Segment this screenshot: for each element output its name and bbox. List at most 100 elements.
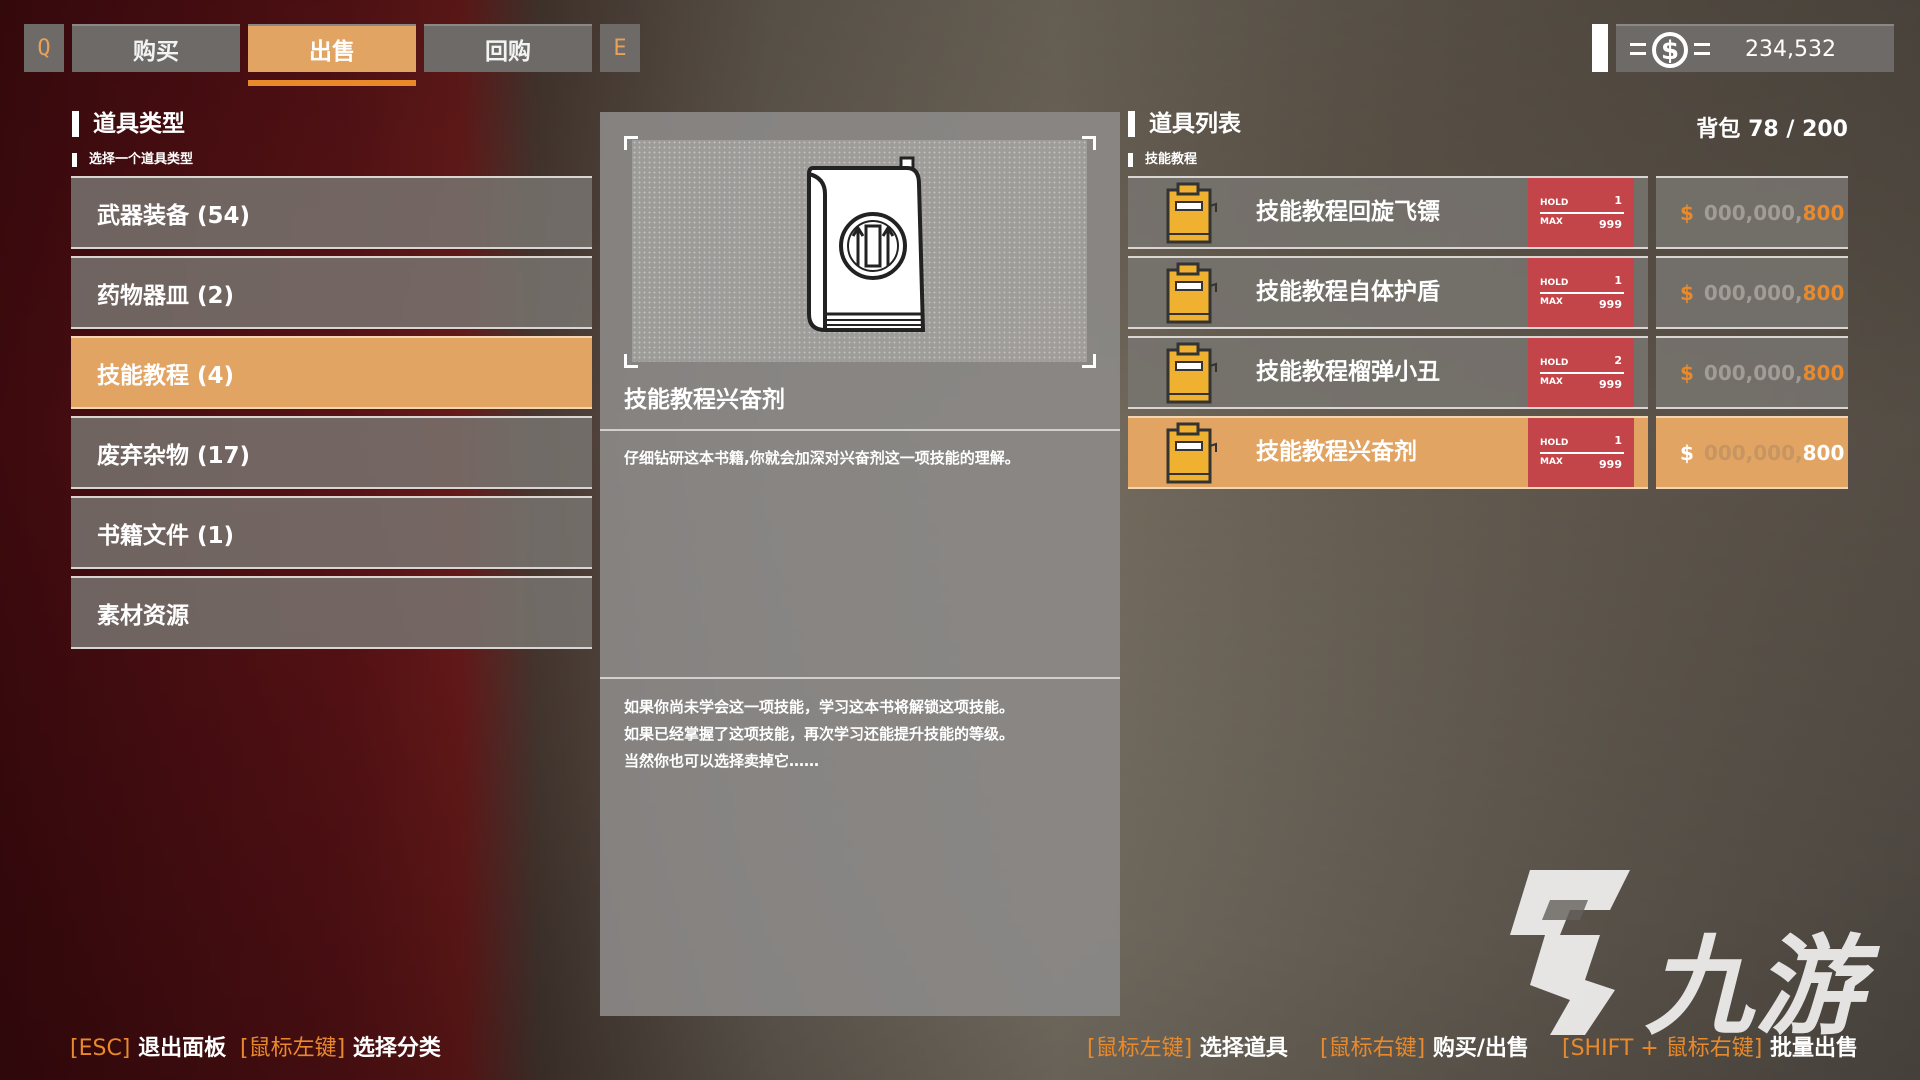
- item-name: 技能教程自体护盾: [1256, 279, 1440, 305]
- hold-max-badge: HOLD 1 MAX 999: [1528, 178, 1634, 247]
- item-price[interactable]: $000,000, 800: [1656, 336, 1848, 409]
- active-tab-indicator: [248, 80, 416, 86]
- hint-key: [SHIFT + 鼠标右键]: [1562, 1036, 1763, 1061]
- footer-hint-select-category: [鼠标左键] 选择分类: [240, 1030, 441, 1062]
- svg-text:$: $: [1661, 36, 1679, 66]
- divider: [600, 429, 1120, 431]
- hold-divider: [1540, 292, 1624, 294]
- bag-label: 背包: [1696, 117, 1741, 142]
- hint-action: 选择分类: [352, 1036, 441, 1061]
- item-price[interactable]: $000,000, 800: [1656, 176, 1848, 249]
- lore-line: 如果你尚未学会这一项技能，学习这本书将解锁这项技能。: [624, 698, 1015, 716]
- footer-hint-esc: [ESC] 退出面板: [70, 1030, 226, 1062]
- max-label: MAX: [1540, 377, 1563, 387]
- divider: [600, 677, 1120, 679]
- max-count: 999: [1599, 218, 1622, 231]
- tab-prev-key[interactable]: Q: [24, 24, 64, 72]
- tab-next-key[interactable]: E: [600, 24, 640, 72]
- hint-action: 购买/出售: [1432, 1036, 1529, 1061]
- hold-divider: [1540, 372, 1624, 374]
- skill-book-item-icon: [1166, 342, 1217, 404]
- category-junk[interactable]: 废弃杂物 (17): [71, 416, 592, 489]
- hint-key: [鼠标左键]: [240, 1036, 346, 1061]
- item-row[interactable]: 技能教程自体护盾 HOLD 1 MAX 999: [1128, 256, 1648, 329]
- currency-symbol: $: [1680, 280, 1694, 305]
- price-value: 800: [1802, 440, 1845, 465]
- item-list-title: 道具列表: [1128, 111, 1241, 137]
- frame-corner: [624, 136, 638, 150]
- category-medicine[interactable]: 药物器皿 (2): [71, 256, 592, 329]
- frame-corner: [1082, 136, 1096, 150]
- price-padding: 000,000,: [1703, 440, 1803, 465]
- hold-max-badge: HOLD 2 MAX 999: [1528, 338, 1634, 407]
- skill-book-item-icon: [1166, 262, 1217, 324]
- currency-symbol: $: [1680, 200, 1694, 225]
- bag-capacity: 背包 78 / 200: [1600, 111, 1848, 143]
- skill-book-item-icon: [1166, 422, 1217, 484]
- frame-corner: [624, 354, 638, 368]
- category-section-subtitle: 选择一个道具类型: [72, 153, 193, 167]
- hold-max-badge: HOLD 1 MAX 999: [1528, 258, 1634, 327]
- hint-key: [鼠标左键]: [1087, 1036, 1193, 1061]
- tab-sell[interactable]: 出售: [248, 24, 416, 72]
- category-section-title: 道具类型: [72, 111, 185, 137]
- lore-line: 当然你也可以选择卖掉它……: [624, 752, 820, 770]
- max-count: 999: [1599, 458, 1622, 471]
- hold-label: HOLD: [1540, 198, 1569, 208]
- hold-count: 1: [1614, 194, 1622, 207]
- hold-count: 2: [1614, 354, 1622, 367]
- hint-action: 选择道具: [1199, 1036, 1288, 1061]
- max-count: 999: [1599, 298, 1622, 311]
- max-label: MAX: [1540, 457, 1563, 467]
- item-detail-description: 仔细钻研这本书籍,你就会加深对兴奋剂这一项技能的理解。: [624, 449, 1020, 467]
- item-row-selected[interactable]: 技能教程兴奋剂 HOLD 1 MAX 999: [1128, 416, 1648, 489]
- item-price[interactable]: $000,000, 800: [1656, 256, 1848, 329]
- money-value: 234,532: [1745, 36, 1836, 62]
- hold-max-badge: HOLD 1 MAX 999: [1528, 418, 1634, 487]
- lore-line: 如果已经掌握了这项技能，再次学习还能提升技能的等级。: [624, 725, 1015, 743]
- tab-buy[interactable]: 购买: [72, 24, 240, 72]
- price-padding: 000,000,: [1703, 360, 1803, 385]
- price-padding: 000,000,: [1703, 200, 1803, 225]
- footer-hint-select-item: [鼠标左键] 选择道具: [1087, 1030, 1288, 1062]
- item-name: 技能教程回旋飞镖: [1256, 199, 1440, 225]
- hold-count: 1: [1614, 434, 1622, 447]
- price-value: 800: [1802, 280, 1845, 305]
- item-name: 技能教程兴奋剂: [1256, 439, 1417, 465]
- hold-divider: [1540, 452, 1624, 454]
- money-display: $ 234,532: [1616, 24, 1894, 72]
- category-weapons[interactable]: 武器装备 (54): [71, 176, 592, 249]
- item-detail-lore: 如果你尚未学会这一项技能，学习这本书将解锁这项技能。 如果已经掌握了这项技能，再…: [624, 694, 1104, 775]
- currency-symbol: $: [1680, 440, 1694, 465]
- hold-label: HOLD: [1540, 438, 1569, 448]
- item-list-subtitle: 技能教程: [1128, 153, 1197, 167]
- footer-hint-buy-sell: [鼠标右键] 购买/出售: [1320, 1030, 1529, 1062]
- item-row[interactable]: 技能教程回旋飞镖 HOLD 1 MAX 999: [1128, 176, 1648, 249]
- item-price-selected[interactable]: $000,000, 800: [1656, 416, 1848, 489]
- item-detail-name: 技能教程兴奋剂: [624, 387, 785, 413]
- hint-key: [ESC]: [70, 1036, 131, 1061]
- money-bar-marker: [1592, 24, 1608, 72]
- hint-action: 退出面板: [138, 1036, 227, 1061]
- skill-book-icon: [807, 156, 926, 332]
- bag-value: 78 / 200: [1748, 117, 1848, 142]
- tab-buyback[interactable]: 回购: [424, 24, 592, 72]
- hold-count: 1: [1614, 274, 1622, 287]
- max-label: MAX: [1540, 297, 1563, 307]
- category-materials[interactable]: 素材资源: [71, 576, 592, 649]
- frame-corner: [1082, 354, 1096, 368]
- max-count: 999: [1599, 378, 1622, 391]
- hint-key: [鼠标右键]: [1320, 1036, 1426, 1061]
- hold-label: HOLD: [1540, 278, 1569, 288]
- item-row[interactable]: 技能教程榴弹小丑 HOLD 2 MAX 999: [1128, 336, 1648, 409]
- category-documents[interactable]: 书籍文件 (1): [71, 496, 592, 569]
- category-skill-books[interactable]: 技能教程 (4): [71, 336, 592, 409]
- hold-label: HOLD: [1540, 358, 1569, 368]
- price-value: 800: [1802, 200, 1845, 225]
- footer-hint-bulk-sell: [SHIFT + 鼠标右键] 批量出售: [1562, 1030, 1858, 1062]
- jiuyou-logo-icon: [1510, 870, 1630, 1035]
- dollar-coin-icon: $: [1630, 32, 1710, 68]
- max-label: MAX: [1540, 217, 1563, 227]
- skill-book-item-icon: [1166, 182, 1217, 244]
- price-value: 800: [1802, 360, 1845, 385]
